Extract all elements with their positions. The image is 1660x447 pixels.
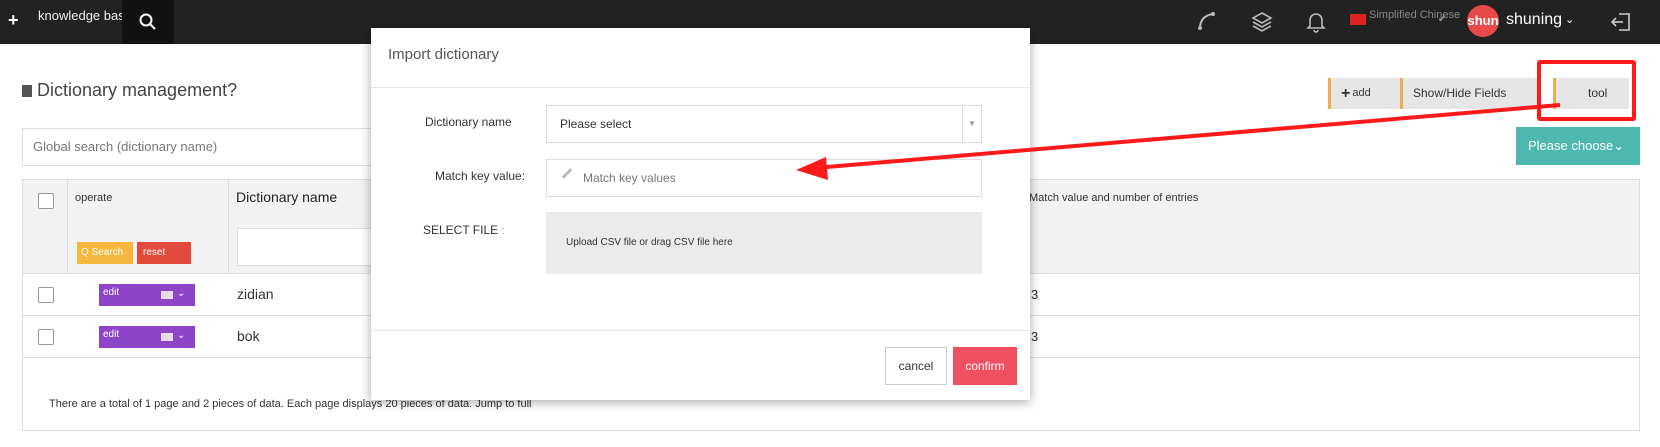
annotation-arrow [796,103,1561,180]
